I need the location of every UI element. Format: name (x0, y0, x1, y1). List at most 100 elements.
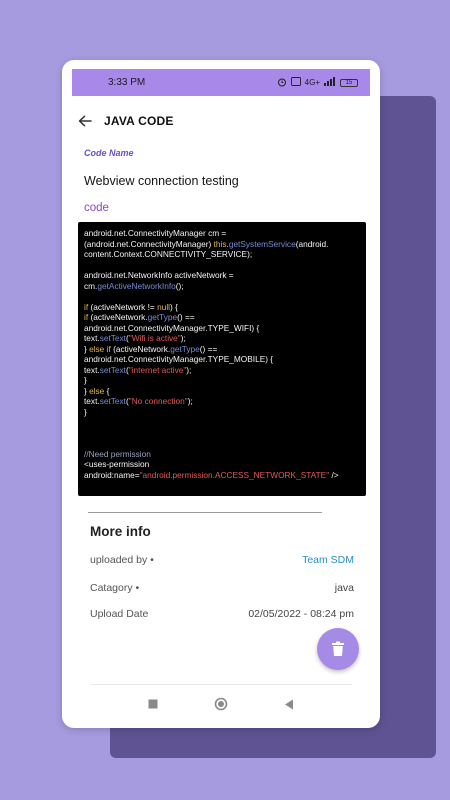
code-line: android.net.ConnectivityManager cm = (84, 228, 360, 239)
nav-recents-button[interactable] (145, 696, 161, 712)
code-token: ); (186, 364, 192, 375)
info-label: Catagory • (90, 582, 140, 594)
navbar-divider (90, 684, 352, 685)
nav-home-button[interactable] (213, 696, 229, 712)
info-row-upload-date: Upload Date 02/05/2022 - 08:24 pm (90, 608, 354, 620)
nav-back-button[interactable] (281, 696, 297, 712)
code-line: } (84, 375, 360, 386)
code-line: if (activeNetwork != null) { (84, 302, 360, 313)
signal-icon (324, 77, 336, 88)
code-line (84, 291, 360, 302)
network-type: 4G+ (304, 78, 320, 87)
square-icon (148, 699, 158, 709)
code-name-label: Code Name (84, 148, 134, 158)
code-token: "internet active" (128, 364, 187, 375)
page-title: JAVA CODE (104, 114, 174, 128)
code-token: getType (170, 343, 200, 354)
code-token: android:name= (84, 469, 140, 480)
code-token: null (157, 301, 171, 312)
code-token: text. (84, 333, 100, 343)
code-line: text.setText("No connection"); (84, 396, 360, 407)
code-token: (android. (295, 238, 329, 249)
code-token: getType (147, 312, 178, 322)
code-label: code (84, 202, 109, 214)
code-token: } (84, 406, 87, 417)
code-name-value: Webview connection testing (84, 174, 239, 188)
info-value: 02/05/2022 - 08:24 pm (248, 608, 354, 620)
delete-fab-button[interactable] (317, 628, 359, 670)
code-token: (activeNetwork. (110, 343, 171, 354)
code-token: () == (177, 312, 195, 322)
info-label: uploaded by • (90, 554, 154, 566)
divider (88, 512, 322, 513)
code-token: android.net.NetworkInfo activeNetwork = (84, 270, 234, 280)
code-token: this (213, 238, 227, 249)
code-token: text. (84, 364, 100, 375)
code-token: ); (187, 396, 193, 406)
code-line: android.net.ConnectivityManager.TYPE_WIF… (84, 323, 360, 334)
info-row-uploaded-by: uploaded by • Team SDM (90, 554, 354, 566)
code-token: android.net.ConnectivityManager cm = (84, 228, 227, 238)
code-token: "Wifi is active" (128, 333, 181, 343)
code-token: else if (89, 343, 111, 354)
code-line: if (activeNetwork.getType() == (84, 312, 360, 323)
code-token: setText (99, 364, 126, 375)
trash-icon (332, 641, 344, 656)
code-line: android.net.ConnectivityManager.TYPE_MOB… (84, 354, 360, 365)
phone-screen: 3:33 PM 4G+ 15 JAVA CODE Code Name Webvi… (62, 60, 380, 728)
uploader-link[interactable]: Team SDM (302, 554, 354, 566)
code-line: content.Context.CONNECTIVITY_SERVICE); (84, 249, 360, 260)
code-line: //Need permission (84, 449, 360, 460)
status-bar: 3:33 PM 4G+ 15 (72, 69, 370, 96)
info-row-category: Catagory • java (90, 582, 354, 594)
arrow-left-icon (78, 115, 92, 127)
code-token: setText (99, 333, 126, 343)
triangle-back-icon (285, 699, 293, 709)
code-token: android.net.ConnectivityManager.TYPE_WIF… (84, 322, 260, 333)
code-token: text. (84, 396, 100, 406)
code-token: } (84, 375, 87, 385)
code-line (84, 438, 360, 449)
code-line: android:name="android.permission.ACCESS_… (84, 470, 360, 481)
code-token: (activeNetwork. (88, 312, 148, 322)
code-token: (android.net.ConnectivityManager) (84, 238, 214, 249)
code-token: (activeNetwork != (88, 301, 158, 312)
code-token: ); (180, 333, 186, 343)
code-block[interactable]: android.net.ConnectivityManager cm = (and… (78, 222, 366, 496)
code-line: } else { (84, 386, 360, 397)
code-token: android.net.ConnectivityManager.TYPE_MOB… (84, 354, 274, 364)
code-line (84, 428, 360, 439)
code-token: else (89, 385, 105, 396)
code-token: () == (199, 343, 218, 354)
volte-icon (290, 77, 301, 88)
code-token: <uses-permission (84, 459, 150, 469)
status-time: 3:33 PM (108, 77, 146, 88)
code-token: content.Context.CONNECTIVITY_SERVICE); (84, 249, 253, 259)
info-value: java (334, 582, 354, 594)
code-line (84, 260, 360, 271)
back-button[interactable] (74, 110, 96, 132)
code-token: getSystemService (228, 238, 296, 249)
code-line (84, 417, 360, 428)
code-token: (); (175, 280, 184, 291)
app-bar: JAVA CODE (72, 104, 370, 138)
battery-icon: 15 (340, 78, 358, 87)
code-line: } (84, 407, 360, 418)
code-line: (android.net.ConnectivityManager) this.g… (84, 239, 360, 250)
code-token: /> (329, 469, 339, 480)
code-token: "android.permission.ACCESS_NETWORK_STATE… (139, 469, 330, 480)
code-line: } else if (activeNetwork.getType() == (84, 344, 360, 355)
more-info-title: More info (90, 524, 151, 539)
code-line: text.setText("Wifi is active"); (84, 333, 360, 344)
info-label: Upload Date (90, 608, 149, 620)
system-nav-bar (62, 692, 380, 716)
code-line: cm.getActiveNetworkInfo(); (84, 281, 360, 292)
code-token: setText (99, 396, 126, 406)
code-token: { (104, 385, 110, 396)
code-line: android.net.NetworkInfo activeNetwork = (84, 270, 360, 281)
